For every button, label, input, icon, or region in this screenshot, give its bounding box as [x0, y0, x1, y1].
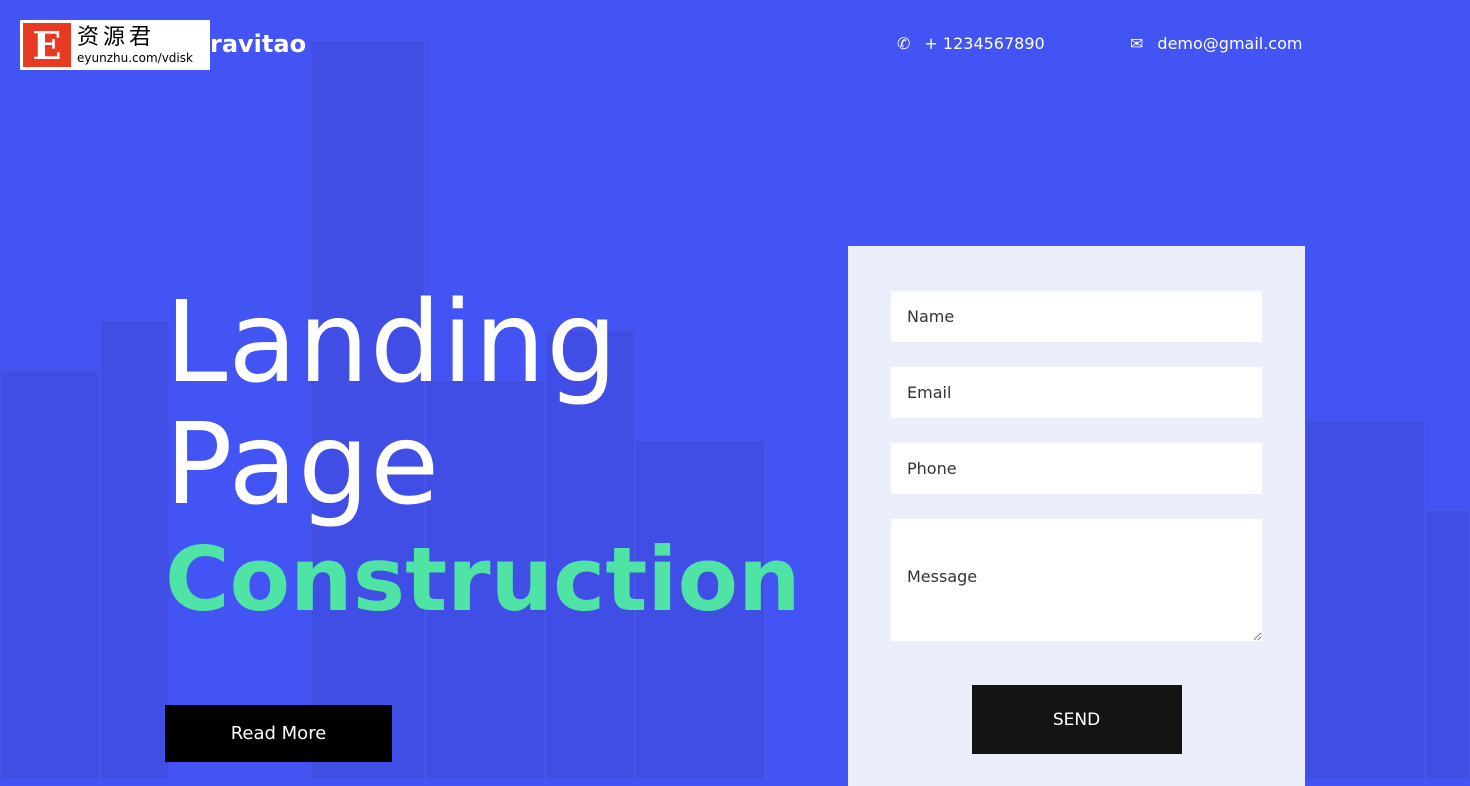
contact-phone[interactable]: ✆ + 1234567890	[897, 34, 1045, 53]
name-input[interactable]	[891, 291, 1262, 342]
hero-highlight: Construction	[165, 528, 801, 631]
watermark: E 资源君 eyunzhu.com/vdisk	[20, 20, 210, 70]
email-input[interactable]	[891, 367, 1262, 418]
envelope-icon: ✉	[1130, 34, 1144, 53]
site-logo[interactable]: ravitao	[210, 30, 306, 58]
hero-title-line1: Landing	[165, 278, 619, 408]
hero: Landing Page Construction	[165, 282, 801, 630]
phone-number: + 1234567890	[924, 34, 1045, 53]
watermark-logo: E	[23, 23, 71, 68]
contact-email[interactable]: ✉ demo@gmail.com	[1130, 34, 1302, 53]
hero-title-line2: Page	[165, 400, 441, 530]
phone-input[interactable]	[891, 443, 1262, 494]
read-more-button[interactable]: Read More	[165, 705, 392, 762]
phone-icon: ✆	[897, 34, 911, 53]
email-address: demo@gmail.com	[1157, 34, 1303, 53]
message-textarea[interactable]	[891, 519, 1262, 641]
watermark-text: 资源君	[77, 24, 156, 50]
watermark-url: eyunzhu.com/vdisk	[77, 50, 193, 65]
send-button[interactable]: SEND	[971, 685, 1182, 754]
contact-form: SEND	[848, 246, 1305, 786]
